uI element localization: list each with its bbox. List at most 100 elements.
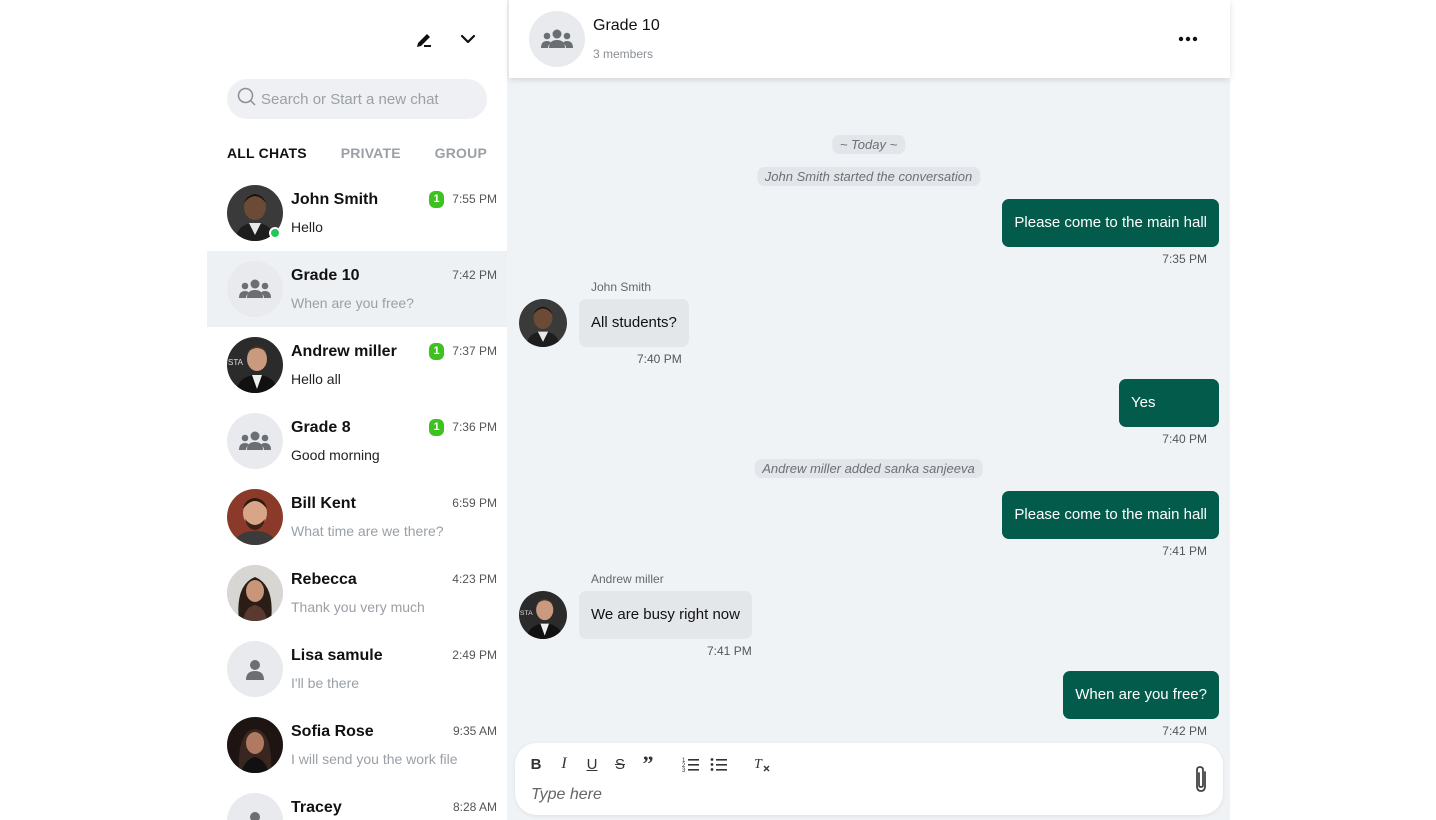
outgoing-message: Please come to the main hall — [1002, 199, 1219, 247]
message-composer: B I U S ” 1 2 3 T Type here — [515, 743, 1223, 815]
chat-list: John Smith Hello 1 7:55 PM Grade 10 When… — [207, 175, 507, 820]
unread-badge: 1 — [429, 191, 444, 208]
message-time: 7:40 PM — [1162, 432, 1207, 446]
chat-name: Lisa samule — [291, 647, 383, 664]
chat-last-message: Hello — [291, 219, 323, 235]
chat-item-grade-10[interactable]: Grade 10 When are you free? 7:42 PM — [207, 251, 507, 327]
conversation-header: Grade 10 3 members — [509, 0, 1230, 78]
system-message: Andrew miller added sanka sanjeeva — [754, 459, 983, 478]
chat-item-grade-8[interactable]: Grade 8 Good morning 1 7:36 PM — [207, 403, 507, 479]
unread-badge: 1 — [429, 343, 444, 360]
conversation-pane: Grade 10 3 members ~ Today ~ John Smith … — [507, 0, 1230, 820]
chat-last-message: Hello all — [291, 371, 341, 387]
sidebar: ALL CHATS PRIVATE GROUP John Smith — [207, 0, 507, 820]
chat-name: John Smith — [291, 191, 379, 208]
numbered-list-icon[interactable]: 1 2 3 — [680, 753, 702, 775]
chat-time: 8:28 AM — [452, 800, 497, 814]
chat-item-lisa-samule[interactable]: Lisa samule I'll be there 2:49 PM — [207, 631, 507, 707]
chat-name: Grade 8 — [291, 419, 351, 436]
more-options-icon[interactable] — [1176, 28, 1200, 50]
chat-tabs: ALL CHATS PRIVATE GROUP — [227, 145, 487, 161]
chat-last-message: Thank you very much — [291, 599, 425, 615]
outgoing-message: Please come to the main hall — [1002, 491, 1219, 539]
search-input[interactable] — [261, 90, 481, 108]
member-count: 3 members — [593, 47, 654, 61]
chat-last-message: I will send you the work file — [291, 751, 458, 767]
conversation-title: Grade 10 — [593, 17, 660, 34]
group-icon — [227, 413, 283, 469]
incoming-message: We are busy right now — [579, 591, 752, 639]
avatar — [227, 565, 283, 621]
svg-text:STA: STA — [228, 358, 244, 367]
user-icon — [227, 641, 283, 697]
paperclip-icon[interactable] — [1189, 763, 1213, 795]
chat-name: Bill Kent — [291, 495, 356, 512]
tab-all-chats[interactable]: ALL CHATS — [227, 145, 307, 161]
chat-time: 4:23 PM — [452, 572, 497, 586]
chat-time: 7:36 PM — [452, 420, 497, 434]
system-message: John Smith started the conversation — [756, 167, 981, 186]
chat-item-rebecca[interactable]: Rebecca Thank you very much 4:23 PM — [207, 555, 507, 631]
message-time: 7:35 PM — [1162, 252, 1207, 266]
tab-private[interactable]: PRIVATE — [341, 145, 401, 161]
chat-last-message: What time are we there? — [291, 523, 444, 539]
avatar: STA — [227, 337, 283, 393]
online-indicator — [269, 227, 281, 239]
search-icon — [237, 87, 257, 112]
chat-item-tracey[interactable]: Tracey 8:28 AM — [207, 783, 507, 820]
chat-last-message: Good morning — [291, 447, 380, 463]
chat-item-sofia-rose[interactable]: Sofia Rose I will send you the work file… — [207, 707, 507, 783]
clear-format-icon[interactable]: T — [751, 753, 773, 775]
message-time: 7:40 PM — [637, 352, 682, 366]
date-divider: ~ Today ~ — [831, 135, 906, 154]
chat-time: 2:49 PM — [452, 648, 497, 662]
sender-name: Andrew miller — [591, 572, 664, 586]
message-time: 7:41 PM — [707, 644, 752, 658]
chat-time: 7:55 PM — [452, 192, 497, 206]
chat-item-bill-kent[interactable]: Bill Kent What time are we there? 6:59 P… — [207, 479, 507, 555]
compose-icon[interactable] — [411, 26, 437, 52]
messenger-app: ALL CHATS PRIVATE GROUP John Smith — [207, 0, 1230, 820]
strikethrough-icon[interactable]: S — [609, 753, 631, 775]
chat-time: 9:35 AM — [452, 724, 497, 738]
chevron-down-icon[interactable] — [455, 26, 481, 52]
sidebar-toolbar — [207, 0, 507, 78]
chat-time: 7:42 PM — [452, 268, 497, 282]
search-box — [227, 79, 487, 119]
chat-name: Tracey — [291, 799, 342, 816]
underline-icon[interactable]: U — [581, 753, 603, 775]
chat-item-andrew-miller[interactable]: STA Andrew miller Hello all 1 7:37 PM — [207, 327, 507, 403]
chat-name: Andrew miller — [291, 343, 397, 360]
outgoing-message: Yes — [1119, 379, 1219, 427]
message-time: 7:41 PM — [1162, 544, 1207, 558]
chat-time: 7:37 PM — [452, 344, 497, 358]
unread-badge: 1 — [429, 419, 444, 436]
sender-name: John Smith — [591, 280, 652, 294]
avatar: STA — [519, 591, 567, 639]
svg-text:3: 3 — [682, 768, 686, 772]
avatar — [227, 717, 283, 773]
user-icon — [227, 793, 283, 820]
chat-name: Sofia Rose — [291, 723, 374, 740]
chat-item-john-smith[interactable]: John Smith Hello 1 7:55 PM — [207, 175, 507, 251]
message-time: 7:42 PM — [1162, 724, 1207, 738]
tab-group[interactable]: GROUP — [435, 145, 487, 161]
avatar — [519, 299, 567, 347]
bulleted-list-icon[interactable] — [708, 753, 730, 775]
group-icon — [529, 11, 585, 67]
chat-name: Grade 10 — [291, 267, 360, 284]
group-icon — [227, 261, 283, 317]
quote-icon[interactable]: ” — [637, 751, 659, 776]
italic-icon[interactable]: I — [553, 753, 575, 775]
svg-text:T: T — [754, 757, 763, 772]
svg-text:STA: STA — [520, 610, 533, 617]
incoming-message: All students? — [579, 299, 689, 347]
outgoing-message: When are you free? — [1063, 671, 1219, 719]
bold-icon[interactable]: B — [525, 753, 547, 775]
chat-name: Rebecca — [291, 571, 357, 588]
chat-last-message: I'll be there — [291, 675, 360, 691]
message-input[interactable] — [531, 783, 1151, 807]
avatar — [227, 489, 283, 545]
chat-last-message: When are you free? — [291, 295, 414, 311]
chat-time: 6:59 PM — [452, 496, 497, 510]
